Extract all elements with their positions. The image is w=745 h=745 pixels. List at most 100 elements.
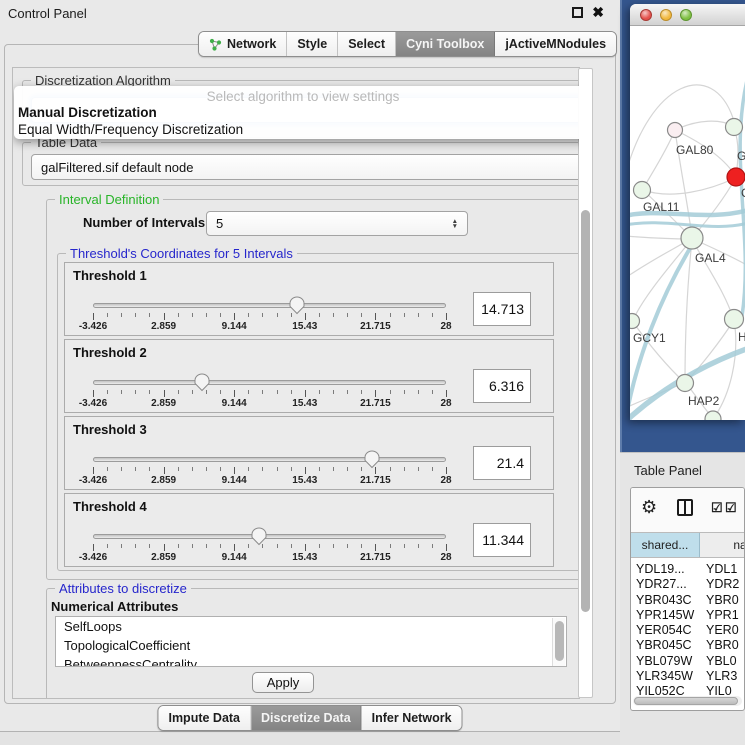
table-cell[interactable]: YPR145W — [631, 608, 700, 623]
slider-handle[interactable] — [251, 527, 267, 546]
table-data-combo[interactable]: galFiltered.sif default node ▲▼ — [31, 154, 580, 180]
table-cell[interactable]: YDL19... — [631, 562, 700, 577]
table-row[interactable]: YDL19...YDL1 — [631, 562, 745, 577]
network-node-label: GCY1 — [633, 331, 666, 345]
tick-mark — [418, 467, 419, 471]
network-node-g[interactable] — [726, 119, 743, 136]
attribute-list-item[interactable]: TopologicalCoefficient — [56, 636, 566, 655]
minimize-traffic-light[interactable] — [660, 9, 672, 21]
table-row[interactable]: YBR045CYBR0 — [631, 638, 745, 653]
network-node-gcy1[interactable] — [630, 314, 640, 329]
settings-gear-icon[interactable]: ⚙ — [641, 497, 657, 517]
threshold-slider[interactable]: -3.4262.8599.14415.4321.71528 — [93, 449, 446, 489]
slider-track[interactable] — [93, 303, 446, 308]
control-panel-window: Control Panel ✖ NetworkStyleSelectCyni T… — [0, 0, 620, 732]
column-header-shared[interactable]: shared... — [631, 533, 700, 557]
table-row[interactable]: YBR043CYBR0 — [631, 593, 745, 608]
tick-mark — [149, 313, 150, 317]
dropdown-option-manual[interactable]: Manual Discretization — [18, 105, 580, 120]
table-cell[interactable]: YBR0 — [700, 638, 739, 653]
panel-scrollbar-thumb[interactable] — [581, 210, 590, 612]
cyni-mode-tab-bar: Impute DataDiscretize DataInfer Network — [157, 705, 462, 731]
network-node-hap2[interactable] — [677, 375, 694, 392]
network-node-gal11[interactable] — [634, 182, 651, 199]
numerical-attributes-list[interactable]: SelfLoopsTopologicalCoefficientBetweenne… — [55, 616, 567, 667]
table-row[interactable]: YER054CYER0 — [631, 623, 745, 638]
network-node-gal4[interactable] — [681, 227, 703, 249]
tab-discretize-data[interactable]: Discretize Data — [251, 706, 362, 730]
threshold-value-field[interactable]: 11.344 — [473, 523, 531, 557]
tab-style[interactable]: Style — [287, 32, 338, 56]
table-row[interactable]: YPR145WYPR1 — [631, 608, 745, 623]
threshold-value-field[interactable]: 14.713 — [473, 292, 531, 326]
table-cell[interactable]: YDL1 — [700, 562, 737, 577]
column-header-na[interactable]: na — [700, 533, 745, 557]
table-row[interactable]: YLR345WYLR3 — [631, 669, 745, 684]
network-node-h[interactable] — [725, 310, 744, 329]
slider-track[interactable] — [93, 534, 446, 539]
number-of-intervals-combo[interactable]: 5 ▲▼ — [206, 211, 468, 236]
threshold-value-field[interactable]: 21.4 — [473, 446, 531, 480]
table-cell[interactable]: YBL0 — [700, 654, 737, 669]
table-scrollbar-thumb[interactable] — [634, 697, 738, 705]
slider-track[interactable] — [93, 457, 446, 462]
tab-select[interactable]: Select — [338, 32, 396, 56]
tick-mark — [135, 544, 136, 548]
table-cell[interactable]: YER0 — [700, 623, 739, 638]
dropdown-placeholder-item[interactable]: Select algorithm to view settings — [18, 89, 580, 104]
tab-network[interactable]: Network — [199, 32, 287, 56]
tab-jactivemnodules[interactable]: jActiveMNodules — [495, 32, 616, 56]
attribute-list-item[interactable]: SelfLoops — [56, 617, 566, 636]
checked-box-icon[interactable]: ☑ — [711, 501, 723, 515]
table-cell[interactable]: YPR1 — [700, 608, 739, 623]
table-cell[interactable]: YBR043C — [631, 593, 700, 608]
network-window-titlebar[interactable] — [630, 4, 745, 26]
table-cell[interactable]: YER054C — [631, 623, 700, 638]
slider-handle[interactable] — [289, 296, 305, 315]
network-node-gal80[interactable] — [668, 123, 683, 138]
network-canvas[interactable]: GAL80G.CGAL11GAL4GCY1HHAP2 — [630, 26, 745, 420]
network-edge[interactable] — [633, 239, 692, 320]
slider-handle[interactable] — [194, 373, 210, 392]
node-table-window: ⚙ ☑ ☑ shared...na YDL19...YDL1YDR27...YD… — [630, 487, 745, 711]
network-edge-thick[interactable] — [630, 222, 745, 226]
threshold-value-field[interactable]: 6.316 — [473, 369, 531, 403]
table-cell[interactable]: YLR3 — [700, 669, 737, 684]
table-cell[interactable]: YBR045C — [631, 638, 700, 653]
checked-box-icon[interactable]: ☑ — [725, 501, 737, 515]
close-traffic-light[interactable] — [640, 9, 652, 21]
network-edge[interactable] — [643, 130, 675, 189]
tab-impute-data[interactable]: Impute Data — [158, 706, 251, 730]
slider-track[interactable] — [93, 380, 446, 385]
tab-infer-network[interactable]: Infer Network — [362, 706, 462, 730]
threshold-slider[interactable]: -3.4262.8599.14415.4321.71528 — [93, 526, 446, 566]
table-horizontal-scrollbar[interactable] — [633, 696, 742, 706]
list-scrollbar-thumb[interactable] — [555, 621, 564, 661]
dropdown-option-equal-width[interactable]: Equal Width/Frequency Discretization — [18, 122, 580, 137]
table-cell[interactable]: YDR27... — [631, 577, 700, 592]
tick-mark — [446, 390, 447, 397]
network-edge[interactable] — [630, 239, 690, 278]
tab-cyni-toolbox[interactable]: Cyni Toolbox — [396, 32, 495, 56]
list-scrollbar[interactable] — [552, 618, 565, 667]
network-edge[interactable] — [685, 240, 692, 382]
table-row[interactable]: YBL079WYBL0 — [631, 654, 745, 669]
settings-scroll-viewport: Discretization Algorithm ▲▼ Select algor… — [12, 67, 580, 699]
panel-scrollbar[interactable] — [578, 68, 593, 698]
slider-handle[interactable] — [364, 450, 380, 469]
split-columns-icon[interactable] — [677, 499, 693, 516]
zoom-traffic-light[interactable] — [680, 9, 692, 21]
threshold-slider[interactable]: -3.4262.8599.14415.4321.71528 — [93, 372, 446, 412]
table-cell[interactable]: YBL079W — [631, 654, 700, 669]
table-row[interactable]: YDR27...YDR2 — [631, 577, 745, 592]
apply-button[interactable]: Apply — [252, 672, 314, 693]
table-cell[interactable]: YDR2 — [700, 577, 739, 592]
close-icon[interactable]: ✖ — [592, 5, 604, 19]
threshold-slider[interactable]: -3.4262.8599.14415.4321.71528 — [93, 295, 446, 335]
float-window-icon[interactable] — [572, 7, 583, 18]
network-node-c[interactable] — [727, 168, 745, 186]
network-edge[interactable] — [643, 178, 735, 194]
table-cell[interactable]: YLR345W — [631, 669, 700, 684]
table-cell[interactable]: YBR0 — [700, 593, 739, 608]
attribute-list-item[interactable]: BetweennessCentrality — [56, 655, 566, 667]
